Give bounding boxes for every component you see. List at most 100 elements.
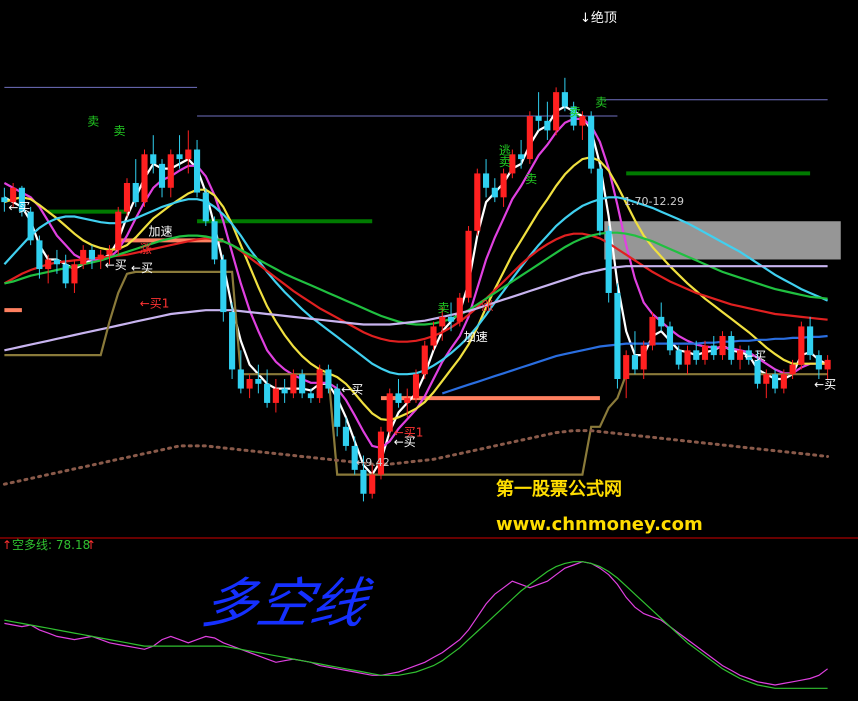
candle-body <box>421 345 428 375</box>
candle-body <box>299 374 306 394</box>
candle-27 <box>229 302 236 380</box>
candle-body <box>36 240 43 270</box>
candle-body <box>27 211 34 241</box>
candle-body <box>88 249 96 260</box>
candle-body <box>518 154 525 160</box>
candle-body <box>386 393 393 432</box>
candle-70 <box>605 226 612 303</box>
candle-body <box>158 163 166 188</box>
candle-body <box>623 355 630 380</box>
candle-body <box>447 316 455 322</box>
candle-body <box>1 197 8 203</box>
candle-body <box>763 374 770 384</box>
candle-body <box>614 292 621 380</box>
signal-label-19: ←买 <box>814 378 836 392</box>
candle-15 <box>123 178 131 217</box>
candle-body <box>482 173 490 188</box>
price-high-label: 1.70-12.29 <box>624 195 684 208</box>
candle-body <box>649 316 656 346</box>
candle-body <box>605 230 612 293</box>
candle-14 <box>115 206 122 255</box>
candle-body <box>640 345 647 370</box>
candle-71 <box>614 283 621 389</box>
candle-26 <box>220 254 227 322</box>
candle-body <box>728 335 735 360</box>
candle-body <box>772 374 779 389</box>
signal-label-11: ←买1 <box>140 296 170 310</box>
candle-body <box>211 221 218 260</box>
candle-body <box>176 154 183 160</box>
candle-body <box>553 92 560 131</box>
candle-body <box>281 388 288 394</box>
signal-label-0: 卖 <box>87 115 99 129</box>
candle-body <box>710 345 717 356</box>
candle-body <box>45 259 52 270</box>
candle-body <box>780 374 787 389</box>
candle-body <box>193 149 201 193</box>
candle-body <box>430 326 437 346</box>
candle-body <box>53 259 60 265</box>
signal-label-3: 卖 <box>595 95 607 109</box>
candle-body <box>412 374 420 399</box>
candle-body <box>237 369 244 389</box>
candle-body <box>246 379 253 389</box>
candle-body <box>334 388 341 427</box>
candle-body <box>798 326 805 365</box>
candle-body <box>500 173 507 198</box>
candle-body <box>561 92 568 107</box>
candle-body <box>185 149 192 160</box>
signal-label-17: 加速 <box>464 330 488 344</box>
candle-body <box>220 259 227 313</box>
candle-body <box>229 312 236 370</box>
brand-url: www.chnmoney.com <box>496 514 703 535</box>
candle-45 <box>386 388 393 437</box>
candle-body <box>631 355 639 370</box>
candle-body <box>80 249 87 265</box>
signal-label-18: 涨 <box>481 298 493 313</box>
signal-label-13: 涨 <box>140 241 152 256</box>
candle-44 <box>377 426 385 480</box>
candle-75 <box>649 312 656 351</box>
candle-body <box>290 374 297 394</box>
candle-49 <box>421 340 428 380</box>
candle-body <box>535 116 542 121</box>
candle-77 <box>666 321 674 356</box>
handwritten-title: 多空线 <box>197 572 377 635</box>
candle-53 <box>456 292 463 327</box>
candle-body <box>167 154 174 188</box>
candle-body <box>474 173 481 231</box>
candle-64 <box>553 87 560 136</box>
candle-69 <box>596 163 603 236</box>
signal-label-10: ←买 <box>131 261 153 275</box>
signal-label-12: 加速 <box>149 225 173 239</box>
signal-label-8: ←买 <box>8 201 30 215</box>
signal-label-6: 卖 <box>525 172 537 186</box>
brand-name: 第一股票公式网 <box>496 478 622 500</box>
candle-body <box>202 192 209 222</box>
candle-body <box>588 116 595 169</box>
candle-body <box>106 249 113 255</box>
candle-body <box>789 364 796 375</box>
candle-body <box>596 168 603 231</box>
candle-body <box>395 393 402 403</box>
candle-body <box>272 388 279 403</box>
candle-body <box>255 379 262 384</box>
signal-label-16: ←买 <box>394 435 416 449</box>
candle-body <box>701 345 709 360</box>
candle-68 <box>588 111 595 174</box>
signal-label-9: ←买 <box>105 258 127 272</box>
candle-body <box>404 398 411 403</box>
signal-label-1: 卖 <box>113 124 125 138</box>
candle-48 <box>412 369 420 403</box>
candle-body <box>316 369 323 399</box>
candle-body <box>675 350 682 365</box>
candle-body <box>141 154 148 203</box>
signal-label-14: ←买 <box>341 382 363 396</box>
candle-61 <box>526 111 533 164</box>
candle-body <box>123 182 131 212</box>
stock-chart: ↑ ↑卖卖卖卖逃卖卖卖←买←买 ←买←买1加速涨←买←买1←买加速涨←买←买 ↓绝顶… <box>0 0 858 701</box>
candle-body <box>132 182 139 203</box>
candle-body <box>807 326 814 356</box>
candle-body <box>62 264 69 284</box>
candle-body <box>824 359 831 370</box>
